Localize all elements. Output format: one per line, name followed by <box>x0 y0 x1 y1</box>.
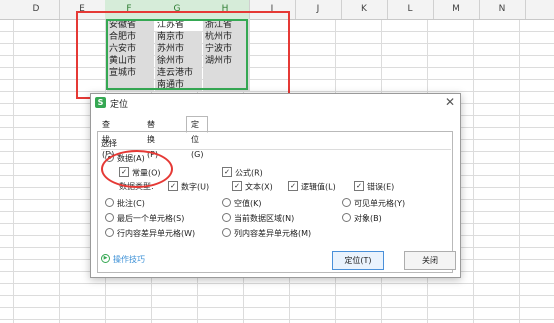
column-header-n[interactable]: N <box>479 0 526 19</box>
radio-current-region-label: 当前数据区域(N) <box>234 214 295 223</box>
checkbox-logical[interactable]: ✓ 逻辑值(L) <box>288 181 336 192</box>
dialog-title: 定位 <box>110 100 129 110</box>
checkbox-constant[interactable]: ✓ 常量(O) <box>119 167 161 178</box>
column-header-l[interactable]: L <box>387 0 434 19</box>
close-icon[interactable]: ✕ <box>445 95 455 109</box>
radio-comment[interactable]: 批注(C) <box>105 198 145 209</box>
radio-last-cell[interactable]: 最后一个单元格(S) <box>105 213 185 224</box>
radio-visible-cells[interactable]: 可见单元格(Y) <box>342 198 406 209</box>
checkbox-number-label: 数字(U) <box>181 182 210 192</box>
checkbox-number[interactable]: ✓ 数字(U) <box>168 181 210 192</box>
radio-icon <box>222 228 231 237</box>
radio-icon <box>105 228 114 237</box>
data-type-label: 数据类型: <box>119 182 154 191</box>
radio-col-diff-label: 列内容差异单元格(M) <box>234 229 312 238</box>
app-icon: S <box>95 97 106 108</box>
radio-row-diff-label: 行内容差异单元格(W) <box>117 229 196 238</box>
radio-data-label: 数据(A) <box>117 154 145 163</box>
checkbox-text-label: 文本(X) <box>245 182 273 192</box>
radio-row-diff[interactable]: 行内容差异单元格(W) <box>105 228 196 239</box>
checkbox-logical-label: 逻辑值(L) <box>301 182 336 192</box>
radio-last-cell-label: 最后一个单元格(S) <box>117 214 185 223</box>
radio-data[interactable]: 数据(A) <box>105 153 145 164</box>
checkbox-constant-label: 常量(O) <box>132 168 161 178</box>
radio-selected-icon <box>105 153 114 162</box>
radio-object-label: 对象(B) <box>354 214 382 223</box>
radio-current-region[interactable]: 当前数据区域(N) <box>222 213 295 224</box>
locate-button[interactable]: 定位(T) <box>332 251 384 270</box>
radio-col-diff[interactable]: 列内容差异单元格(M) <box>222 228 312 239</box>
radio-blank[interactable]: 空值(K) <box>222 198 262 209</box>
column-header-m[interactable]: M <box>433 0 480 19</box>
checkmark-icon: ✓ <box>222 167 232 177</box>
tips-link[interactable]: ▶ 操作技巧 <box>101 254 145 265</box>
section-label: 选择 <box>101 139 117 148</box>
radio-visible-label: 可见单元格(Y) <box>354 199 406 208</box>
checkmark-icon: ✓ <box>354 181 364 191</box>
close-button[interactable]: 关闭 <box>404 251 456 270</box>
checkbox-formula[interactable]: ✓ 公式(R) <box>222 167 263 178</box>
checkmark-icon: ✓ <box>232 181 242 191</box>
column-header-k[interactable]: K <box>341 0 388 19</box>
goto-dialog: S 定位 ✕ 查找(D) 替换(P) 定位(G) 选择 数据(A) ✓常量(O)… <box>90 93 461 278</box>
checkmark-icon: ✓ <box>119 167 129 177</box>
radio-blank-label: 空值(K) <box>234 199 262 208</box>
checkbox-text[interactable]: ✓ 文本(X) <box>232 181 273 192</box>
checkbox-error-label: 错误(E) <box>367 182 395 192</box>
radio-icon <box>105 198 114 207</box>
radio-icon <box>342 198 351 207</box>
radio-icon <box>222 198 231 207</box>
checkmark-icon: ✓ <box>288 181 298 191</box>
radio-object[interactable]: 对象(B) <box>342 213 382 224</box>
checkbox-error[interactable]: ✓ 错误(E) <box>354 181 395 192</box>
column-header-j[interactable]: J <box>295 0 342 19</box>
radio-comment-label: 批注(C) <box>117 199 145 208</box>
annotation-rectangle <box>76 11 290 99</box>
checkmark-icon: ✓ <box>168 181 178 191</box>
radio-icon <box>105 213 114 222</box>
checkbox-formula-label: 公式(R) <box>235 168 263 178</box>
column-header-d[interactable]: D <box>13 0 60 19</box>
tips-label: 操作技巧 <box>113 255 145 264</box>
radio-icon <box>222 213 231 222</box>
dialog-titlebar[interactable]: S 定位 ✕ <box>91 94 460 112</box>
section-divider <box>101 149 451 150</box>
play-icon: ▶ <box>101 254 110 263</box>
radio-icon <box>342 213 351 222</box>
